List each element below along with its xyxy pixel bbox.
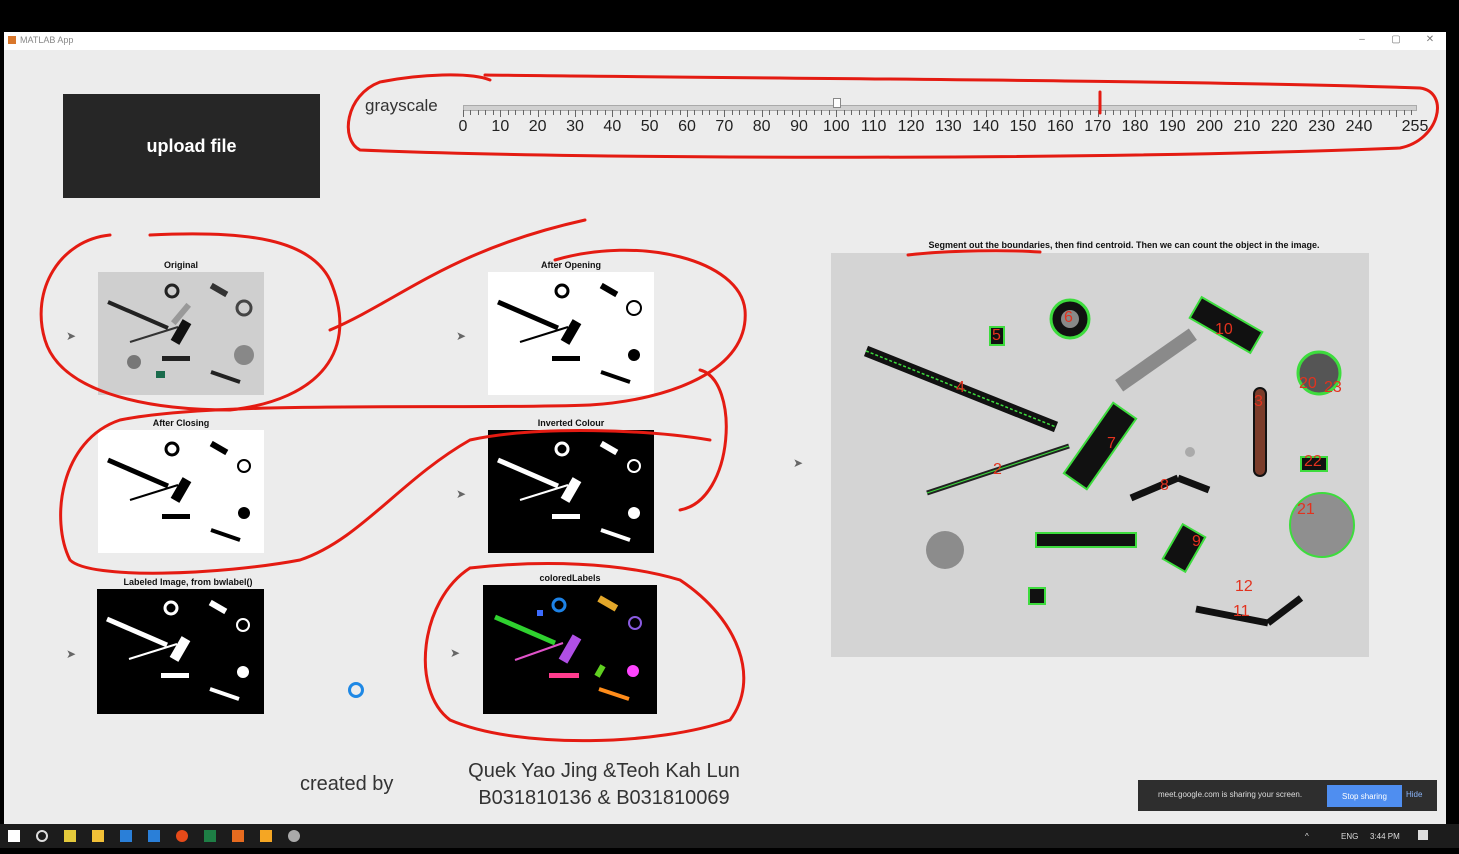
chevron-up-icon[interactable]: ^ — [1305, 832, 1309, 841]
matlab-icon[interactable] — [232, 830, 244, 842]
taskbar-app-icon[interactable] — [120, 830, 132, 842]
taskbar-app-icon[interactable] — [204, 830, 216, 842]
clock[interactable]: 3:44 PM — [1370, 832, 1400, 841]
settings-icon[interactable] — [288, 830, 300, 842]
taskbar-app-icon[interactable] — [260, 830, 272, 842]
taskbar: ^ ENG 3:44 PM — [0, 824, 1459, 848]
search-icon[interactable] — [36, 830, 48, 842]
red-annotations — [39, 73, 1439, 743]
folder-icon[interactable] — [92, 830, 104, 842]
windows-start-icon[interactable] — [8, 830, 20, 842]
chrome-icon[interactable] — [176, 830, 188, 842]
stop-sharing-button[interactable]: Stop sharing — [1327, 785, 1402, 807]
screen-share-bar: meet.google.com is sharing your screen. … — [1138, 780, 1437, 811]
share-status-text: meet.google.com is sharing your screen. — [1158, 790, 1303, 799]
notification-icon[interactable] — [1418, 830, 1428, 840]
hide-button[interactable]: Hide — [1406, 790, 1422, 799]
taskbar-app-icon[interactable] — [148, 830, 160, 842]
taskbar-app-icon[interactable] — [64, 830, 76, 842]
language-indicator[interactable]: ENG — [1341, 832, 1358, 841]
